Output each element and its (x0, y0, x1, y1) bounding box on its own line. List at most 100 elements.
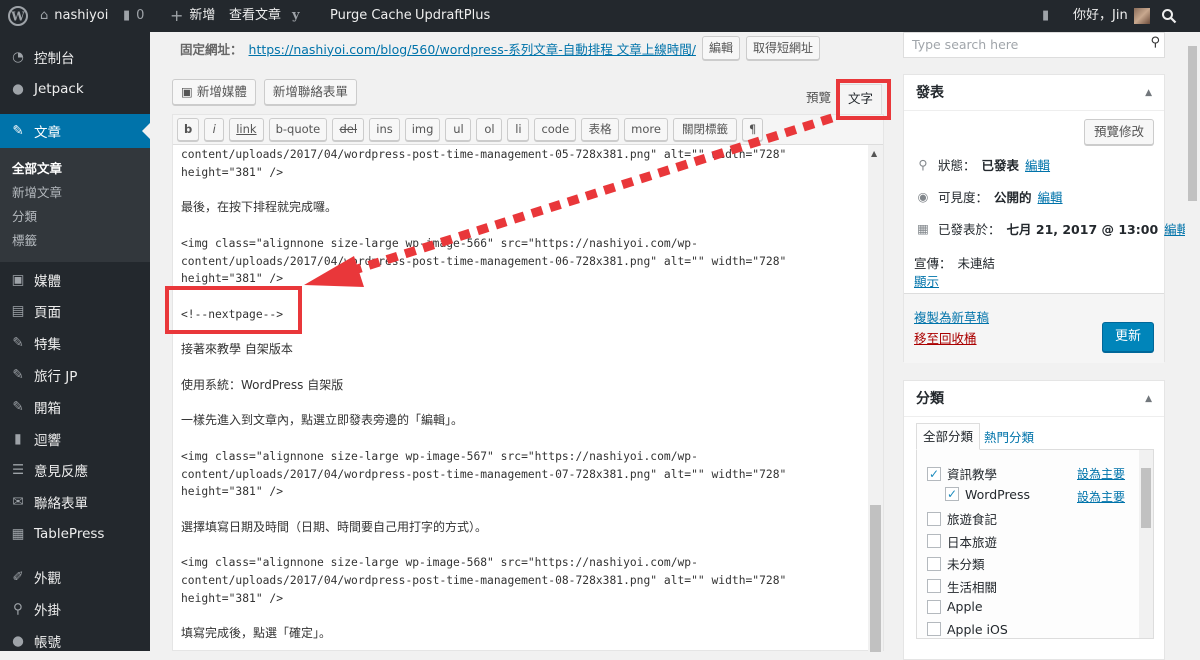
checkbox[interactable] (927, 534, 941, 548)
submenu-all-posts[interactable]: 全部文章 (12, 158, 62, 177)
page-scrollbar[interactable] (1185, 32, 1200, 651)
menu-appearance[interactable]: ✐ 外觀 (0, 560, 150, 594)
quicktag-button[interactable]: b-quote (268, 118, 328, 141)
new-content-link[interactable]: + 新增 (170, 0, 215, 32)
move-to-trash-link[interactable]: 移至回收桶 (914, 328, 977, 347)
checkbox[interactable] (927, 599, 941, 614)
quicktag-button[interactable]: ul (445, 118, 472, 141)
menu-label: 迴響 (34, 433, 61, 449)
edit-permalink-button[interactable]: 編輯 (701, 36, 740, 60)
category-item[interactable]: 旅遊食記 (927, 509, 997, 528)
categories-box-title[interactable]: 分類 ▲ (904, 381, 1164, 417)
add-contact-form-button[interactable]: 新增聯絡表單 (263, 79, 357, 105)
category-item[interactable]: ✓ WordPress (945, 487, 1030, 502)
menu-contact-form[interactable]: ✉ 聯絡表單 (0, 485, 150, 519)
edit-visibility-link[interactable]: 編輯 (1038, 187, 1063, 206)
quicktag-button[interactable]: img (404, 118, 441, 141)
quicktag-button[interactable]: 關閉標籤 (672, 118, 737, 141)
show-link[interactable]: 顯示 (914, 271, 939, 290)
update-button[interactable]: 更新 (1101, 322, 1154, 352)
search-icon[interactable]: ⚲ (1150, 31, 1160, 55)
site-name-link[interactable]: ⌂ nashiyoi (40, 0, 108, 32)
get-shortlink-button[interactable]: 取得短網址 (745, 36, 820, 60)
quicktag-button[interactable]: ol (476, 118, 503, 141)
tab-visual[interactable]: 預覽 (798, 84, 839, 114)
menu-feedback[interactable]: ☰ 意見反應 (0, 453, 150, 487)
collapse-arrow-icon[interactable]: ▲ (1145, 75, 1152, 111)
scroll-up-icon[interactable]: ▲ (871, 149, 877, 158)
copy-to-draft-link[interactable]: 複製為新草稿 (914, 307, 989, 326)
permalink-url[interactable]: https://nashiyoi.com/blog/560/wordpress-… (249, 39, 696, 58)
comments-link[interactable]: ▮ 0 (123, 0, 144, 32)
menu-users[interactable]: ● 帳號 (0, 624, 150, 658)
set-primary-link[interactable]: 設為主要 (1077, 488, 1125, 505)
preview-changes-button[interactable]: 預覽修改 (1083, 119, 1154, 145)
my-account-link[interactable]: 你好，Jin (1073, 0, 1150, 32)
quicktag-button[interactable]: i (204, 118, 225, 141)
edit-status-link[interactable]: 編輯 (1025, 155, 1050, 174)
scrollbar-thumb[interactable] (870, 505, 881, 652)
add-media-label: 新增媒體 (196, 84, 247, 99)
category-checklist: ✓ 資訊教學 設為主要 ✓ WordPress 設為主要 旅遊食記 日本旅遊 未分類 生活相關 Ap… (916, 449, 1154, 639)
yoast-icon[interactable]: y (292, 0, 300, 32)
submenu-tags[interactable]: 標籤 (12, 230, 37, 249)
checkbox-checked[interactable]: ✓ (927, 466, 941, 481)
menu-jetpack[interactable]: ● Jetpack (0, 72, 150, 106)
category-item[interactable]: 日本旅遊 (927, 532, 997, 551)
wordpress-logo-icon[interactable]: W (8, 0, 28, 32)
scrollbar-thumb[interactable] (1141, 468, 1151, 528)
purge-cache-link[interactable]: Purge Cache (330, 0, 412, 32)
quicktag-button[interactable]: 表格 (581, 118, 620, 141)
published-value: 七月 21, 2017 @ 13:00 (1006, 222, 1159, 237)
purge-cache-label: Purge Cache (330, 8, 412, 23)
quicktag-button[interactable]: link (229, 118, 264, 141)
quicktag-button[interactable]: del (332, 118, 365, 141)
collapse-arrow-icon[interactable]: ▲ (1145, 381, 1152, 417)
checkbox[interactable] (927, 579, 941, 593)
menu-posts[interactable]: ✎ 文章 (0, 114, 150, 148)
menu-tablepress[interactable]: ▦ TablePress (0, 517, 150, 551)
menu-pages[interactable]: ▤ 頁面 (0, 294, 150, 328)
category-item[interactable]: ✓ 資訊教學 (927, 464, 997, 483)
category-scrollbar[interactable] (1139, 450, 1153, 638)
submenu-add-new[interactable]: 新增文章 (12, 182, 62, 201)
menu-dashboard[interactable]: ◔ 控制台 (0, 40, 150, 74)
menu-features[interactable]: ✎ 特集 (0, 326, 150, 360)
add-media-button[interactable]: ▣ 新增媒體 (172, 79, 256, 105)
menu-unboxing[interactable]: ✎ 開箱 (0, 390, 150, 424)
category-item[interactable]: Apple (927, 599, 983, 614)
content-textarea[interactable]: content/uploads/2017/04/wordpress-post-t… (173, 145, 868, 652)
search-input[interactable]: Type search here ⚲ (903, 32, 1165, 58)
quicktag-button[interactable]: more (624, 118, 668, 141)
quicktag-button[interactable]: code (534, 118, 577, 141)
comments-count: 0 (136, 8, 145, 23)
quicktag-button[interactable]: ins (369, 118, 400, 141)
submenu-categories[interactable]: 分類 (12, 206, 37, 225)
menu-plugins[interactable]: ⚲ 外掛 (0, 592, 150, 626)
set-primary-link[interactable]: 設為主要 (1077, 465, 1125, 482)
search-icon[interactable] (1161, 0, 1177, 32)
menu-media[interactable]: ▣ 媒體 (0, 263, 150, 297)
category-item[interactable]: 生活相關 (927, 577, 997, 596)
menu-travel-jp[interactable]: ✎ 旅行 JP (0, 358, 150, 392)
quicktag-button[interactable]: b (177, 118, 200, 141)
checkbox[interactable] (927, 622, 941, 636)
jetpack-icon: ● (12, 81, 24, 97)
editor-scrollbar[interactable]: ▲ (868, 145, 883, 652)
category-item[interactable]: Apple iOS (927, 622, 1008, 637)
checkbox[interactable] (927, 556, 941, 571)
view-post-link[interactable]: 查看文章 (229, 0, 281, 32)
menu-comments[interactable]: ▮ 迴響 (0, 422, 150, 456)
updraftplus-link[interactable]: UpdraftPlus (415, 0, 490, 32)
checkbox[interactable] (927, 511, 941, 526)
publish-box-title[interactable]: 發表 ▲ (904, 75, 1164, 111)
scrollbar-thumb[interactable] (1188, 46, 1197, 201)
quicktag-button[interactable]: ¶ (741, 118, 764, 141)
tab-all-categories[interactable]: 全部分類 (916, 423, 981, 450)
quicktag-button[interactable]: li (507, 118, 530, 141)
tab-popular-categories[interactable]: 熱門分類 (984, 427, 1034, 446)
category-item[interactable]: 未分類 (927, 554, 985, 573)
notifications-icon[interactable]: ▮ (1042, 0, 1049, 32)
checkbox-checked[interactable]: ✓ (945, 487, 959, 501)
table-icon: ▦ (11, 526, 25, 542)
